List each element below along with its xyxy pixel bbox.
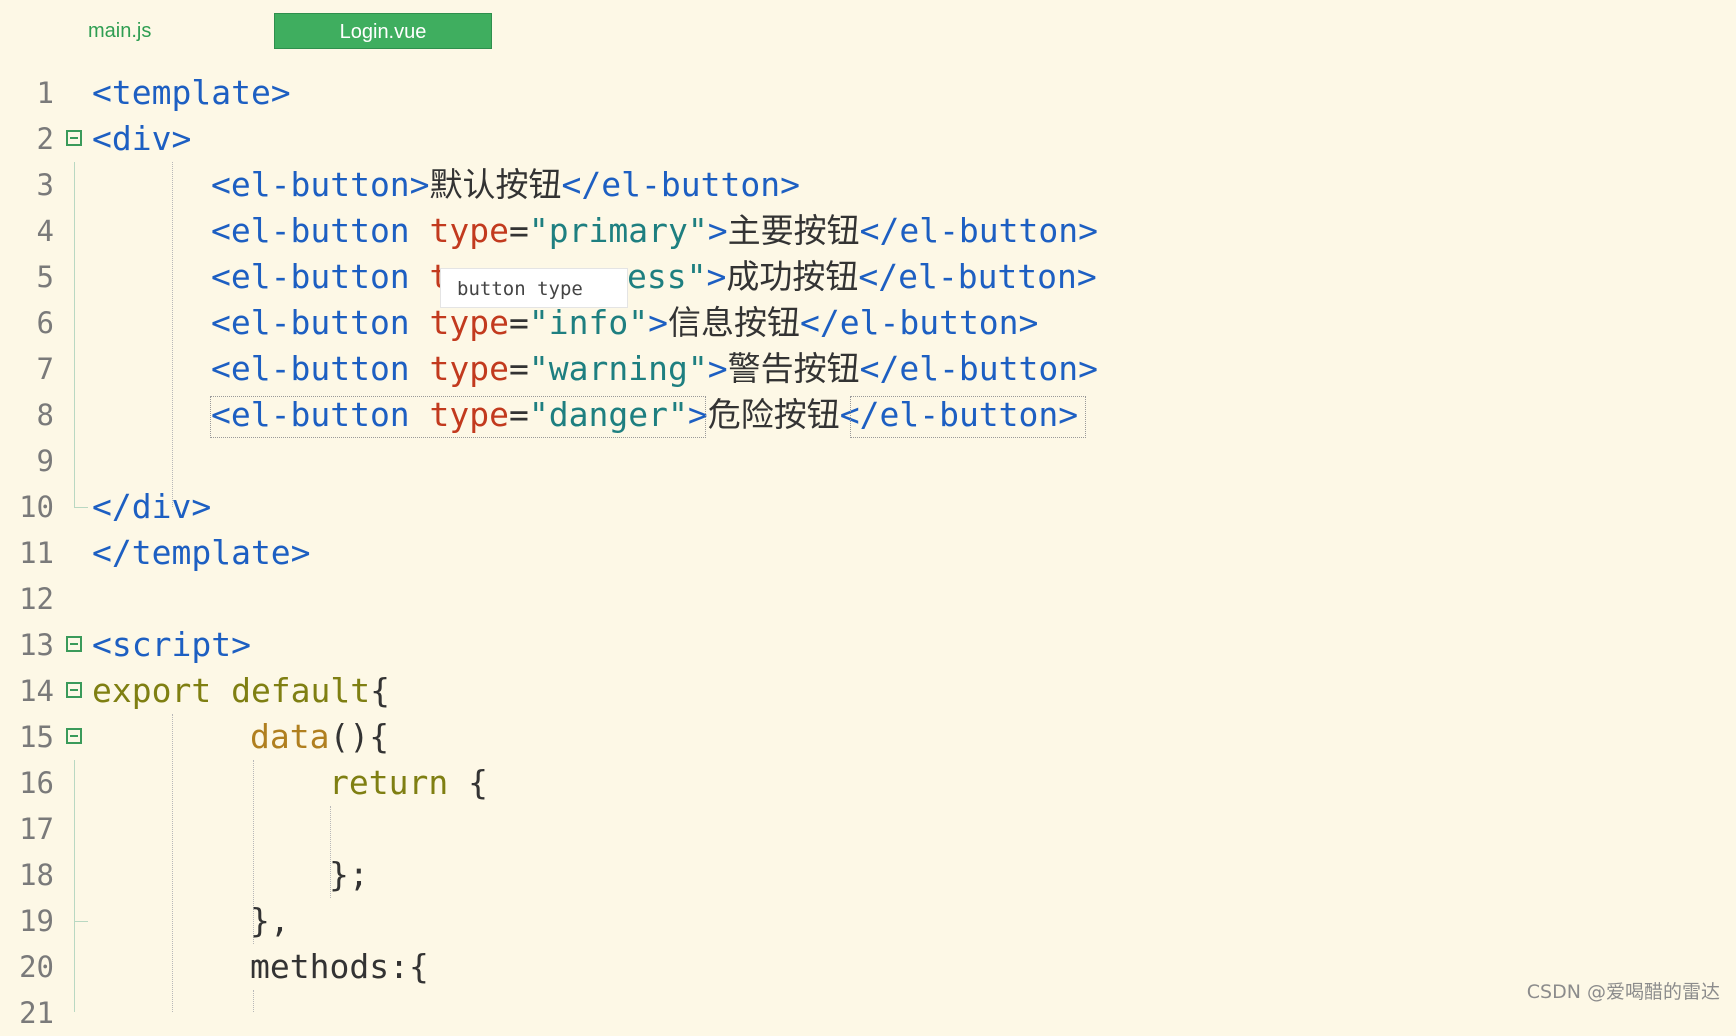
code-line-18: 18 };	[0, 852, 1736, 898]
code-line-4: 4 <el-button type="primary">主要按钮</el-but…	[0, 208, 1736, 254]
code-line-7: 7 <el-button type="warning">警告按钮</el-but…	[0, 346, 1736, 392]
code-line-15: 15 data(){	[0, 714, 1736, 760]
code-text: return {	[329, 763, 488, 802]
code-text: data(){	[250, 717, 390, 756]
fold-toggle-icon[interactable]	[66, 130, 82, 146]
autocomplete-tooltip: button type	[440, 268, 628, 308]
code-line-6: 6 <el-button type="info">信息按钮</el-button…	[0, 300, 1736, 346]
line-number: 4	[36, 214, 54, 248]
code-line-12: 12	[0, 576, 1736, 622]
code-line-13: 13 <script>	[0, 622, 1736, 668]
tag-match-highlight-open	[210, 396, 706, 438]
code-line-5: 5 <el-button t ess">成功按钮</el-button>	[0, 254, 1736, 300]
code-text: </template>	[92, 533, 311, 572]
line-number: 14	[19, 674, 54, 708]
tab-login-vue[interactable]: Login.vue	[274, 13, 492, 49]
code-line-11: 11 </template>	[0, 530, 1736, 576]
line-number: 16	[19, 766, 54, 800]
code-line-20: 20 methods:{	[0, 944, 1736, 990]
code-line-21: 21	[0, 990, 1736, 1036]
line-number: 1	[36, 76, 54, 110]
line-number: 7	[36, 352, 54, 386]
line-number: 13	[19, 628, 54, 662]
line-number: 9	[36, 444, 54, 478]
code-text: export default{	[92, 671, 391, 710]
fold-toggle-icon[interactable]	[66, 636, 82, 652]
line-number: 2	[36, 122, 54, 156]
code-line-9: 9	[0, 438, 1736, 484]
tag-match-highlight-close	[850, 396, 1086, 438]
code-text: <el-button t	[211, 257, 449, 296]
line-number: 20	[19, 950, 54, 984]
code-text: <el-button type="warning">警告按钮</el-butto…	[211, 349, 1099, 388]
line-number: 15	[19, 720, 54, 754]
code-text: <template>	[92, 73, 291, 112]
code-text: <el-button type="primary">主要按钮</el-butto…	[211, 211, 1099, 250]
line-number: 17	[19, 812, 54, 846]
code-line-10: 10 </div>	[0, 484, 1736, 530]
code-line-14: 14 export default{	[0, 668, 1736, 714]
tab-main-js[interactable]: main.js	[72, 13, 232, 49]
line-number: 12	[19, 582, 54, 616]
line-number: 18	[19, 858, 54, 892]
code-text: };	[329, 855, 369, 894]
code-line-19: 19 },	[0, 898, 1736, 944]
line-number: 19	[19, 904, 54, 938]
tab-bar: main.js Login.vue	[0, 0, 1736, 58]
code-line-1: 1 <template>	[0, 70, 1736, 116]
watermark: CSDN @爱喝醋的雷达	[1526, 981, 1720, 1003]
fold-toggle-icon[interactable]	[66, 682, 82, 698]
code-text: methods:{	[250, 947, 429, 986]
line-number: 11	[19, 536, 54, 570]
fold-toggle-icon[interactable]	[66, 728, 82, 744]
line-number: 5	[36, 260, 54, 294]
code-line-17: 17	[0, 806, 1736, 852]
code-editor[interactable]: 1 <template> 2 <div> 3 <el-button>默认按钮</…	[0, 70, 1736, 1030]
code-text: },	[250, 901, 290, 940]
line-number: 3	[36, 168, 54, 202]
line-number: 10	[19, 490, 54, 524]
line-number: 6	[36, 306, 54, 340]
code-line-3: 3 <el-button>默认按钮</el-button>	[0, 162, 1736, 208]
code-text: <script>	[92, 625, 251, 664]
code-line-2: 2 <div>	[0, 116, 1736, 162]
code-text: <el-button>默认按钮</el-button>	[211, 165, 800, 204]
code-text: </div>	[92, 487, 212, 526]
code-text: ess">成功按钮</el-button>	[627, 257, 1097, 296]
code-text: <div>	[92, 119, 192, 158]
code-line-16: 16 return {	[0, 760, 1736, 806]
line-number: 8	[36, 398, 54, 432]
line-number: 21	[19, 996, 54, 1030]
